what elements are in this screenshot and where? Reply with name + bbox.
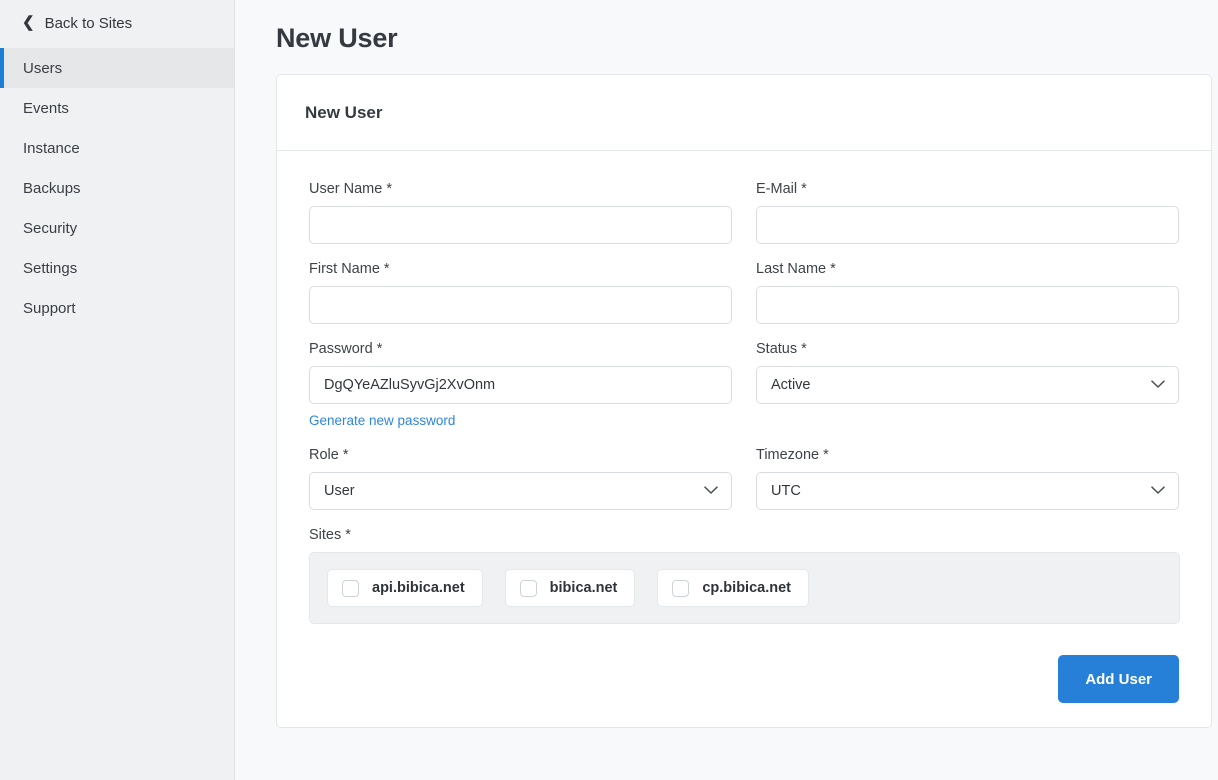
sidebar-item-label: Security <box>23 219 78 237</box>
form-row-password-status: Password * Generate new password Status … <box>309 333 1179 439</box>
site-option-cp-bibica-net[interactable]: cp.bibica.net <box>657 569 809 607</box>
site-option-label: api.bibica.net <box>372 580 465 596</box>
main-content: New User New User User Name * E-Mail * F… <box>235 0 1218 780</box>
new-user-card: New User User Name * E-Mail * First Name… <box>276 74 1212 728</box>
site-option-label: cp.bibica.net <box>702 580 791 596</box>
card-footer: Add User <box>277 633 1211 727</box>
status-label: Status * <box>756 341 807 357</box>
sidebar-item-label: Backups <box>23 179 81 197</box>
sites-options-panel: api.bibica.net bibica.net cp.bibica.net <box>309 552 1180 624</box>
back-to-sites-label: Back to Sites <box>44 14 133 32</box>
role-select[interactable]: User <box>309 472 732 510</box>
status-select[interactable]: Active <box>756 366 1179 404</box>
timezone-label: Timezone * <box>756 447 829 463</box>
status-selected-value: Active <box>771 377 811 393</box>
app-root: ❮ Back to Sites Users Events Instance Ba… <box>0 0 1218 780</box>
role-label: Role * <box>309 447 349 463</box>
generate-new-password-link[interactable]: Generate new password <box>309 413 455 428</box>
form-row-role-timezone: Role * User Timezone * UTC <box>309 439 1179 519</box>
form-row-names: User Name * E-Mail * <box>309 173 1179 253</box>
site-option-bibica-net[interactable]: bibica.net <box>504 569 636 607</box>
field-last-name: Last Name * <box>756 253 1179 324</box>
back-to-sites-link[interactable]: ❮ Back to Sites <box>0 0 234 46</box>
email-label: E-Mail * <box>756 181 807 197</box>
first-name-label: First Name * <box>309 261 390 277</box>
sidebar-item-security[interactable]: Security <box>0 208 234 248</box>
email-input[interactable] <box>756 206 1179 244</box>
form-row-realnames: First Name * Last Name * <box>309 253 1179 333</box>
field-timezone: Timezone * UTC <box>756 439 1179 510</box>
sidebar-item-events[interactable]: Events <box>0 88 234 128</box>
page-title: New User <box>276 23 398 53</box>
card-header-title: New User <box>277 75 1211 151</box>
sidebar-item-label: Instance <box>23 139 80 157</box>
new-user-form: User Name * E-Mail * First Name * Last N… <box>277 151 1211 633</box>
site-option-label: bibica.net <box>549 580 618 596</box>
password-label: Password * <box>309 341 383 357</box>
field-password: Password * Generate new password <box>309 333 732 430</box>
checkbox-icon[interactable] <box>342 579 359 597</box>
checkbox-icon[interactable] <box>672 579 690 597</box>
role-select-wrap: User <box>309 472 732 510</box>
sidebar-item-support[interactable]: Support <box>0 288 234 328</box>
sidebar-item-label: Settings <box>23 259 78 277</box>
sidebar-item-label: Support <box>23 299 76 317</box>
field-sites: Sites * api.bibica.net bibica.net cp.bib… <box>309 519 1180 624</box>
password-input[interactable] <box>309 366 732 404</box>
checkbox-icon[interactable] <box>519 579 537 597</box>
status-select-wrap: Active <box>756 366 1179 404</box>
role-selected-value: User <box>324 483 355 499</box>
form-row-sites: Sites * api.bibica.net bibica.net cp.bib… <box>309 519 1180 633</box>
field-first-name: First Name * <box>309 253 732 324</box>
user-name-input[interactable] <box>309 206 732 244</box>
sidebar-item-backups[interactable]: Backups <box>0 168 234 208</box>
site-option-api-bibica-net[interactable]: api.bibica.net <box>327 569 483 607</box>
last-name-label: Last Name * <box>756 261 836 277</box>
sidebar-item-users[interactable]: Users <box>0 48 234 88</box>
sidebar-item-settings[interactable]: Settings <box>0 248 234 288</box>
sidebar-item-label: Users <box>23 59 63 77</box>
timezone-select[interactable]: UTC <box>756 472 1179 510</box>
field-user-name: User Name * <box>309 173 732 244</box>
timezone-selected-value: UTC <box>771 483 801 499</box>
sidebar-item-label: Events <box>23 99 69 117</box>
field-email: E-Mail * <box>756 173 1179 244</box>
sidebar-nav: Users Events Instance Backups Security S… <box>0 48 234 328</box>
field-role: Role * User <box>309 439 732 510</box>
field-status: Status * Active <box>756 333 1179 430</box>
chevron-left-icon: ❮ <box>22 13 35 31</box>
add-user-button[interactable]: Add User <box>1058 655 1179 703</box>
first-name-input[interactable] <box>309 286 732 324</box>
sites-label: Sites * <box>309 527 351 543</box>
timezone-select-wrap: UTC <box>756 472 1179 510</box>
last-name-input[interactable] <box>756 286 1179 324</box>
sidebar: ❮ Back to Sites Users Events Instance Ba… <box>0 0 235 780</box>
user-name-label: User Name * <box>309 181 392 197</box>
sidebar-item-instance[interactable]: Instance <box>0 128 234 168</box>
